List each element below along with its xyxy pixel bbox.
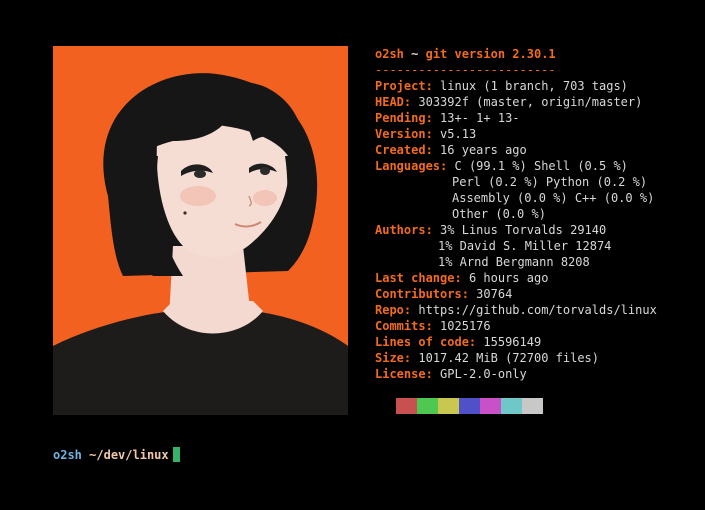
info-label: Pending xyxy=(375,111,426,125)
info-label: Repo xyxy=(375,303,404,317)
info-label: Authors xyxy=(375,223,426,237)
info-value: linux (1 branch, 703 tags) xyxy=(440,79,628,93)
info-label: Size xyxy=(375,351,404,365)
info-panel: o2sh ~ git version 2.30.1 --------------… xyxy=(375,46,695,382)
info-row-lines-of-code: Lines of code: 15596149 xyxy=(375,335,542,349)
info-value: 30764 xyxy=(476,287,513,301)
info-row-size: Size: 1017.42 MiB (72700 files) xyxy=(375,351,599,365)
languages-line: Other (0.0 %) xyxy=(452,207,546,221)
info-value: https://github.com/torvalds/linux xyxy=(418,303,657,317)
info-label: Lines of code xyxy=(375,335,469,349)
info-row-last-change: Last change: 6 hours ago xyxy=(375,271,549,285)
title-user: o2sh xyxy=(375,47,404,61)
portrait-icon xyxy=(53,46,348,415)
info-label: Project xyxy=(375,79,426,93)
info-value: 16 years ago xyxy=(440,143,527,157)
author-entry: 3% Linus Torvalds 29140 xyxy=(440,223,607,237)
info-value: C (99.1 %) Shell (0.5 %) xyxy=(454,159,628,173)
info-label: HEAD xyxy=(375,95,404,109)
info-label: Last change xyxy=(375,271,455,285)
info-value: 1025176 xyxy=(440,319,491,333)
info-value: 303392f (master, origin/master) xyxy=(418,95,643,109)
info-value: 13+- 1+ 13- xyxy=(440,111,520,125)
info-label: Created xyxy=(375,143,426,157)
info-row-version: Version: v5.13 xyxy=(375,127,477,141)
color-swatch xyxy=(480,398,501,414)
author-entry: 1% Arnd Bergmann 8208 xyxy=(438,255,590,269)
title-separator: ~ xyxy=(411,47,419,61)
shell-prompt[interactable]: o2sh ~/dev/linux xyxy=(53,446,180,464)
info-row-license: License: GPL-2.0-only xyxy=(375,367,527,381)
info-row-head: HEAD: 303392f (master, origin/master) xyxy=(375,95,643,109)
info-row-languages: Languages: C (99.1 %) Shell (0.5 %) xyxy=(375,159,628,173)
color-swatch xyxy=(438,398,459,414)
info-value: v5.13 xyxy=(440,127,477,141)
info-row-contributors: Contributors: 30764 xyxy=(375,287,513,301)
info-row-commits: Commits: 1025176 xyxy=(375,319,491,333)
info-value: 15596149 xyxy=(483,335,542,349)
color-swatch xyxy=(501,398,522,414)
languages-line: Assembly (0.0 %) C++ (0.0 %) xyxy=(452,191,655,205)
author-entry: 1% David S. Miller 12874 xyxy=(438,239,612,253)
color-swatch xyxy=(417,398,438,414)
info-row-created: Created: 16 years ago xyxy=(375,143,527,157)
info-label: Version xyxy=(375,127,426,141)
info-label: Contributors xyxy=(375,287,462,301)
title-git-version: git version 2.30.1 xyxy=(425,47,556,61)
color-swatch xyxy=(459,398,480,414)
info-title: o2sh ~ git version 2.30.1 xyxy=(375,46,695,62)
info-label: Commits xyxy=(375,319,426,333)
prompt-user: o2sh xyxy=(53,448,82,462)
info-value: 1017.42 MiB (72700 files) xyxy=(418,351,599,365)
color-swatch xyxy=(522,398,543,414)
color-palette xyxy=(396,398,543,414)
color-swatch xyxy=(396,398,417,414)
info-row-repo: Repo: https://github.com/torvalds/linux xyxy=(375,303,657,317)
info-value: GPL-2.0-only xyxy=(440,367,527,381)
languages-line: Perl (0.2 %) Python (0.2 %) xyxy=(452,175,648,189)
info-value: 6 hours ago xyxy=(468,271,549,285)
portrait-illustration xyxy=(53,46,348,415)
info-label: Languages xyxy=(375,159,441,173)
prompt-path: ~/dev/linux xyxy=(89,448,169,462)
info-row-authors: Authors: 3% Linus Torvalds 29140 xyxy=(375,223,607,237)
info-label: License xyxy=(375,367,426,381)
info-row-project: Project: linux (1 branch, 703 tags) xyxy=(375,79,628,93)
title-rule: ------------------------- xyxy=(375,63,556,77)
cursor-block xyxy=(172,447,180,462)
info-row-pending: Pending: 13+- 1+ 13- xyxy=(375,111,520,125)
